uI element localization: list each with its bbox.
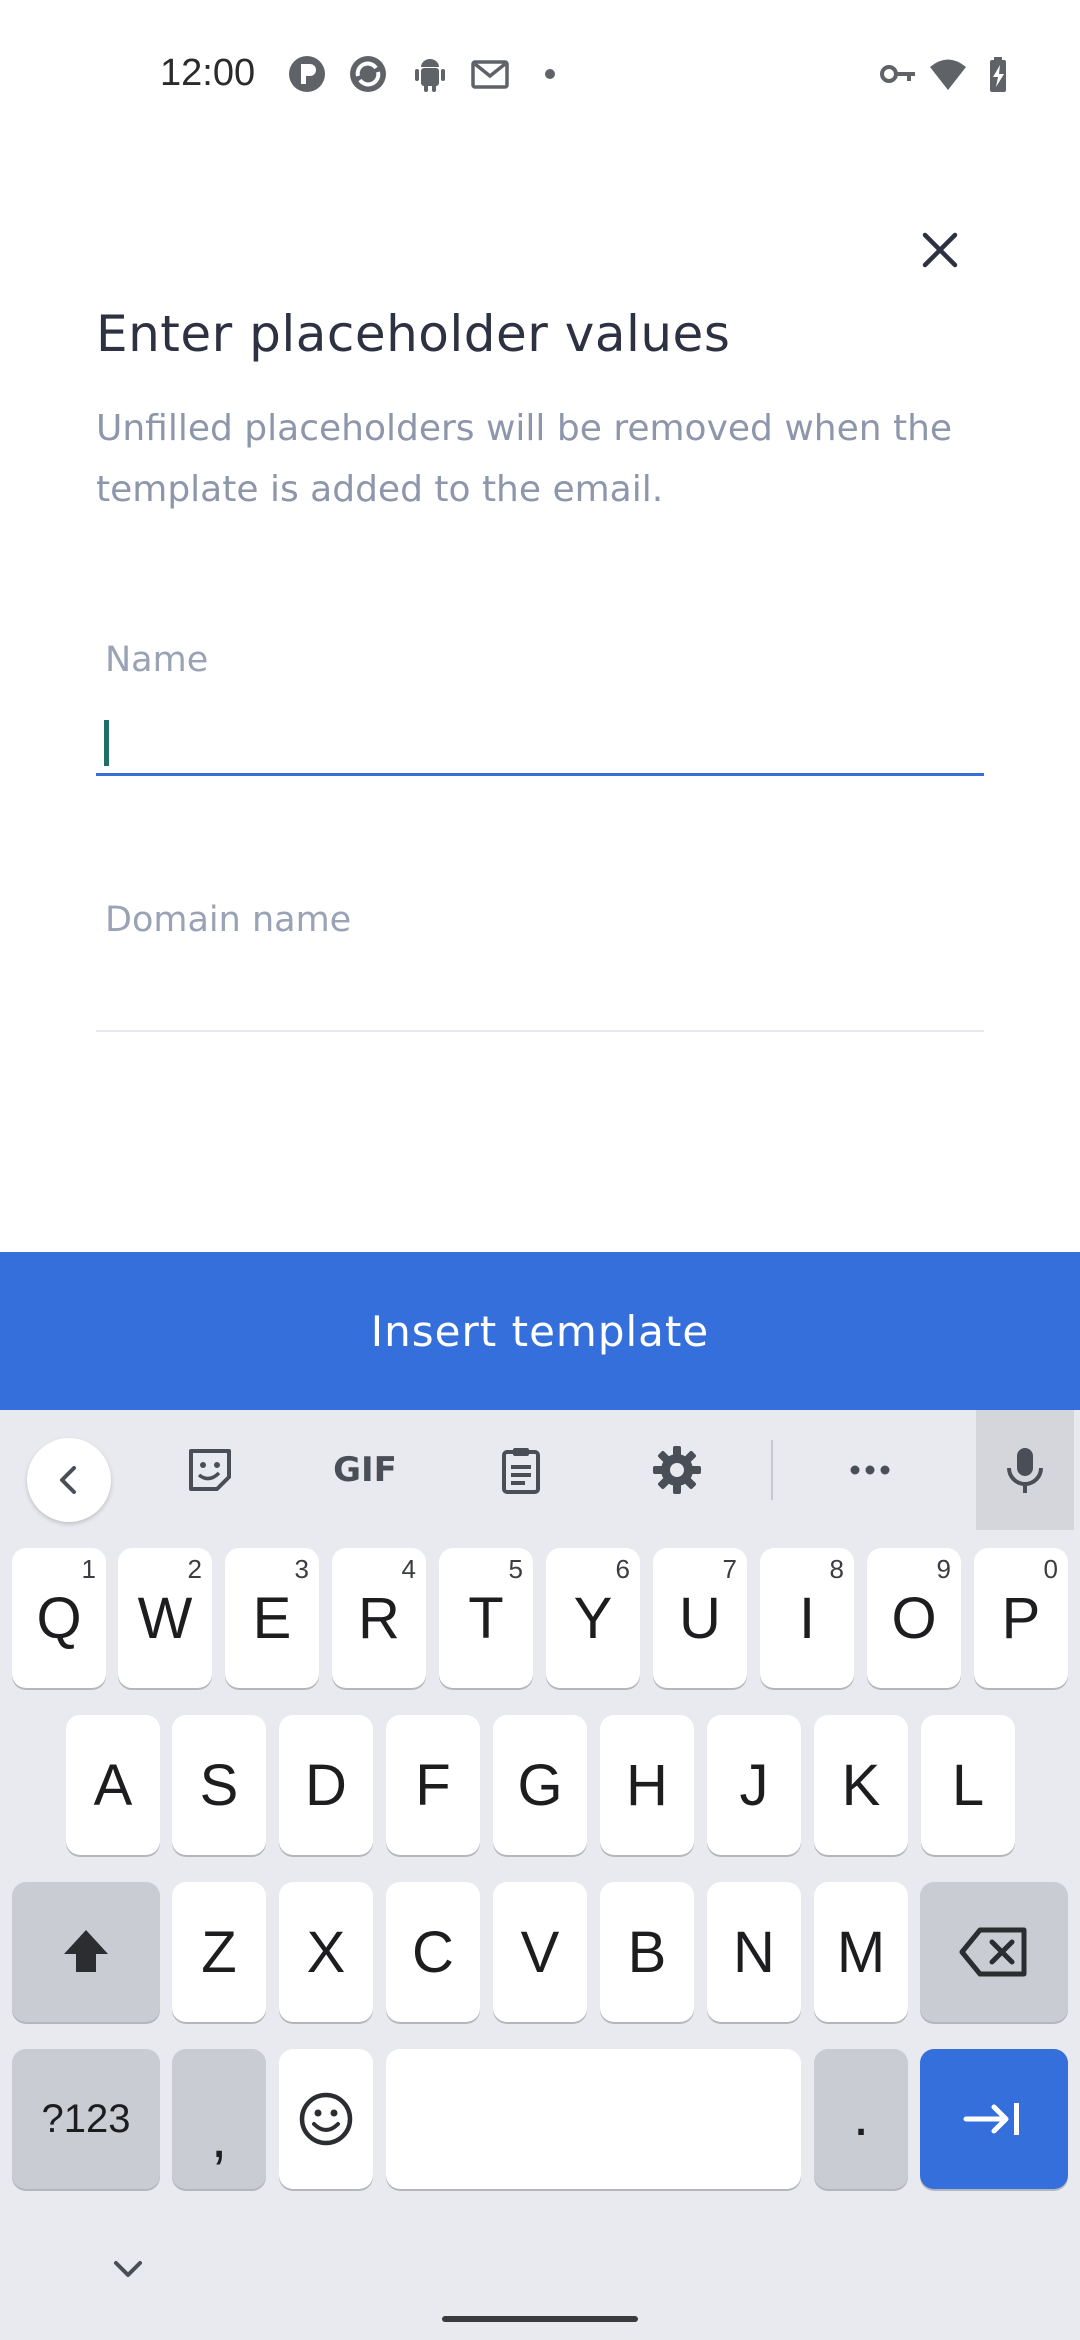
dot-icon bbox=[540, 54, 580, 94]
key-x[interactable]: X bbox=[279, 1882, 373, 2022]
name-field-underline bbox=[96, 773, 984, 776]
comma-key[interactable]: , bbox=[172, 2049, 266, 2189]
keyboard-toolbar: GIF bbox=[0, 1410, 1080, 1530]
clipboard-button[interactable] bbox=[491, 1440, 551, 1500]
voice-input-button[interactable] bbox=[976, 1410, 1074, 1530]
domain-name-field[interactable]: Domain name bbox=[96, 900, 984, 1035]
insert-template-label: Insert template bbox=[370, 1306, 710, 1356]
domain-name-field-underline bbox=[96, 1030, 984, 1032]
hide-keyboard-icon[interactable] bbox=[108, 2255, 148, 2285]
key-p[interactable]: P0 bbox=[974, 1548, 1068, 1688]
gif-label: GIF bbox=[333, 1450, 397, 1490]
key-b[interactable]: B bbox=[600, 1882, 694, 2022]
gif-button[interactable]: GIF bbox=[330, 1440, 400, 1500]
insert-template-button[interactable]: Insert template bbox=[0, 1252, 1080, 1410]
symbols-key[interactable]: ?123 bbox=[12, 2049, 160, 2189]
key-s[interactable]: S bbox=[172, 1715, 266, 1855]
chevron-left-icon bbox=[60, 1466, 76, 1494]
key-z[interactable]: Z bbox=[172, 1882, 266, 2022]
toolbar-divider bbox=[771, 1440, 773, 1500]
mic-icon bbox=[1007, 1448, 1043, 1493]
battery-charging-icon bbox=[978, 54, 1018, 94]
android-icon bbox=[410, 54, 450, 94]
key-n[interactable]: N bbox=[707, 1882, 801, 2022]
settings-button[interactable] bbox=[647, 1440, 707, 1500]
wifi-icon bbox=[928, 54, 968, 94]
keyboard-back-button[interactable] bbox=[27, 1438, 111, 1522]
key-m[interactable]: M bbox=[814, 1882, 908, 2022]
key-v[interactable]: V bbox=[493, 1882, 587, 2022]
key-i[interactable]: I8 bbox=[760, 1548, 854, 1688]
status-bar: 12:00 bbox=[0, 0, 1080, 150]
app-p-icon bbox=[287, 54, 327, 94]
key-l[interactable]: L bbox=[921, 1715, 1015, 1855]
key-r[interactable]: R4 bbox=[332, 1548, 426, 1688]
key-u[interactable]: U7 bbox=[653, 1548, 747, 1688]
home-indicator[interactable] bbox=[442, 2316, 638, 2322]
sticker-icon bbox=[189, 1449, 231, 1491]
name-field[interactable]: Name bbox=[96, 640, 984, 780]
domain-name-field-label: Domain name bbox=[105, 900, 352, 940]
dialog-title: Enter placeholder values bbox=[96, 305, 731, 363]
key-f[interactable]: F bbox=[386, 1715, 480, 1855]
period-key[interactable]: . bbox=[814, 2049, 908, 2189]
space-key[interactable] bbox=[386, 2049, 801, 2189]
more-horizontal-icon bbox=[850, 1465, 890, 1475]
gear-icon bbox=[653, 1446, 701, 1494]
name-field-label: Name bbox=[105, 640, 209, 680]
app-circle-icon bbox=[348, 54, 388, 94]
gmail-icon bbox=[470, 54, 510, 94]
clipboard-icon bbox=[502, 1448, 540, 1494]
key-h[interactable]: H bbox=[600, 1715, 694, 1855]
backspace-key[interactable] bbox=[920, 1882, 1068, 2022]
key-y[interactable]: Y6 bbox=[546, 1548, 640, 1688]
key-k[interactable]: K bbox=[814, 1715, 908, 1855]
shift-key[interactable] bbox=[12, 1882, 160, 2022]
key-a[interactable]: A bbox=[66, 1715, 160, 1855]
key-d[interactable]: D bbox=[279, 1715, 373, 1855]
close-icon bbox=[922, 232, 958, 268]
sticker-button[interactable] bbox=[180, 1440, 240, 1500]
dialog-subtitle: Unfilled placeholders will be removed wh… bbox=[96, 408, 953, 510]
shift-icon bbox=[64, 1930, 108, 1972]
key-g[interactable]: G bbox=[493, 1715, 587, 1855]
emoji-icon bbox=[299, 2092, 353, 2146]
emoji-key[interactable] bbox=[279, 2049, 373, 2189]
key-w[interactable]: W2 bbox=[118, 1548, 212, 1688]
vpn-key-icon bbox=[878, 54, 918, 94]
key-c[interactable]: C bbox=[386, 1882, 480, 2022]
key-q[interactable]: Q1 bbox=[12, 1548, 106, 1688]
more-options-button[interactable] bbox=[840, 1440, 900, 1500]
next-key[interactable] bbox=[920, 2049, 1068, 2189]
soft-keyboard: GIF Q1 W2 E3 R4 T5 Y6 U7 I8 O9 P0 A S D … bbox=[0, 1410, 1080, 2340]
key-t[interactable]: T5 bbox=[439, 1548, 533, 1688]
key-o[interactable]: O9 bbox=[867, 1548, 961, 1688]
close-button[interactable] bbox=[915, 225, 965, 275]
backspace-icon bbox=[959, 1927, 1027, 1977]
status-time: 12:00 bbox=[160, 52, 256, 94]
key-j[interactable]: J bbox=[707, 1715, 801, 1855]
text-caret bbox=[104, 720, 109, 766]
key-e[interactable]: E3 bbox=[225, 1548, 319, 1688]
tab-next-icon bbox=[963, 2103, 1019, 2135]
